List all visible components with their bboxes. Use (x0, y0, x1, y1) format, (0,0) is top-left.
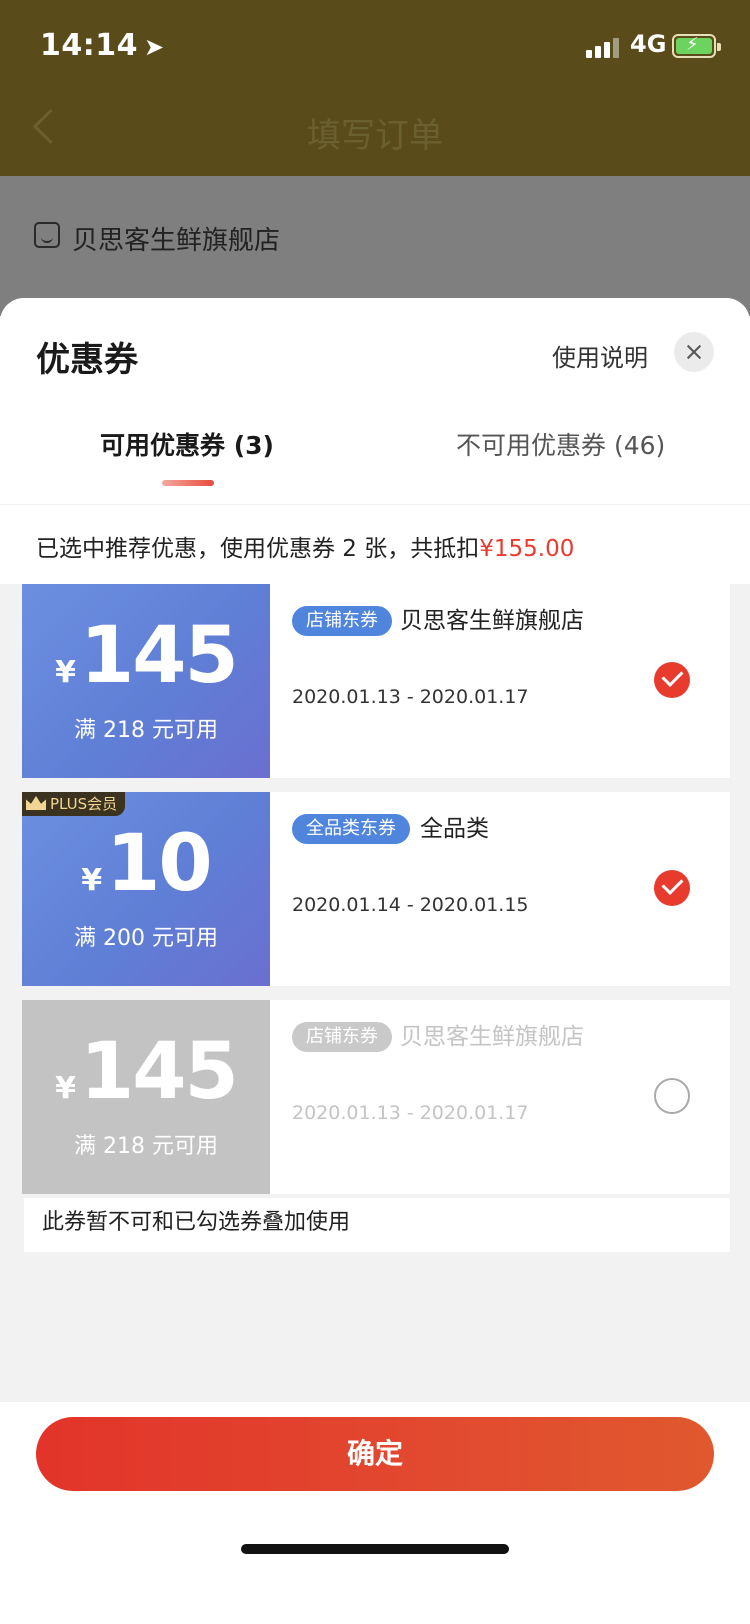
usage-instructions-link[interactable]: 使用说明 (552, 338, 648, 373)
sheet-header: 优惠券 使用说明 可用优惠券 (3) 不可用优惠券 (46) (0, 298, 750, 504)
store-icon (34, 222, 60, 248)
background-page-title: 填写订单 (307, 116, 443, 156)
location-arrow-icon: ➤ (144, 33, 165, 61)
checked-icon[interactable] (654, 870, 690, 906)
coupon-validity-dates: 2020.01.14 - 2020.01.15 (292, 894, 529, 916)
home-indicator (241, 1544, 509, 1554)
tab-unavailable-coupons[interactable]: 不可用优惠券 (46) (456, 426, 665, 462)
coupon-amount: ¥145 (55, 611, 239, 701)
status-bar: 14:14 ➤ 4G ⚡ (0, 0, 750, 92)
coupon-card[interactable]: PLUS会员 ¥10 满 200 元可用 全品类东券 全品类 2020.01.1… (22, 792, 730, 986)
coupon-card[interactable]: ¥145 满 218 元可用 店铺东券 贝思客生鲜旗舰店 2020.01.13 … (22, 1000, 730, 1194)
status-time: 14:14 ➤ (40, 28, 165, 63)
close-icon[interactable] (674, 332, 714, 372)
sheet-title: 优惠券 (36, 340, 138, 380)
coupon-type-tag: 店铺东券 (292, 1022, 392, 1052)
background-store-name: 贝思客生鲜旗舰店 (72, 226, 281, 256)
checked-icon[interactable] (654, 662, 690, 698)
background-store-row: 贝思客生鲜旗舰店 (0, 176, 750, 316)
coupon-conflict-note: 此券暂不可和已勾选券叠加使用 (24, 1198, 730, 1252)
coupon-scope: 贝思客生鲜旗舰店 (400, 1024, 584, 1050)
network-type: 4G (630, 30, 667, 58)
crown-icon (26, 796, 46, 810)
coupon-condition: 满 218 元可用 (74, 1134, 218, 1159)
coupon-validity-dates: 2020.01.13 - 2020.01.17 (292, 1102, 529, 1124)
coupon-value-panel: ¥145 满 218 元可用 (22, 584, 270, 778)
plus-member-badge: PLUS会员 (22, 792, 126, 816)
summary-text: 已选中推荐优惠，使用优惠券 2 张，共抵扣¥155.00 (36, 536, 575, 562)
summary-amount: ¥155.00 (479, 536, 575, 562)
selection-summary: 已选中推荐优惠，使用优惠券 2 张，共抵扣¥155.00 (0, 504, 750, 584)
unchecked-circle-icon[interactable] (654, 1078, 690, 1114)
active-tab-indicator (162, 480, 214, 486)
coupon-value-panel: ¥145 满 218 元可用 (22, 1000, 270, 1194)
tab-available-coupons[interactable]: 可用优惠券 (3) (100, 426, 274, 462)
coupon-scope: 贝思客生鲜旗舰店 (400, 608, 584, 634)
coupon-card[interactable]: ¥145 满 218 元可用 店铺东券 贝思客生鲜旗舰店 2020.01.13 … (22, 584, 730, 778)
coupon-amount: ¥10 (81, 819, 212, 909)
coupon-condition: 满 200 元可用 (74, 926, 218, 951)
coupon-scope: 全品类 (420, 816, 489, 842)
coupon-condition: 满 218 元可用 (74, 718, 218, 743)
coupon-type-tag: 店铺东券 (292, 606, 392, 636)
signal-icon (586, 36, 622, 58)
coupon-value-panel: PLUS会员 ¥10 满 200 元可用 (22, 792, 270, 986)
confirm-button[interactable]: 确定 (36, 1417, 714, 1491)
coupon-validity-dates: 2020.01.13 - 2020.01.17 (292, 686, 529, 708)
coupon-amount: ¥145 (55, 1027, 239, 1117)
coupon-type-tag: 全品类东券 (292, 814, 410, 844)
battery-icon: ⚡ (672, 34, 721, 58)
